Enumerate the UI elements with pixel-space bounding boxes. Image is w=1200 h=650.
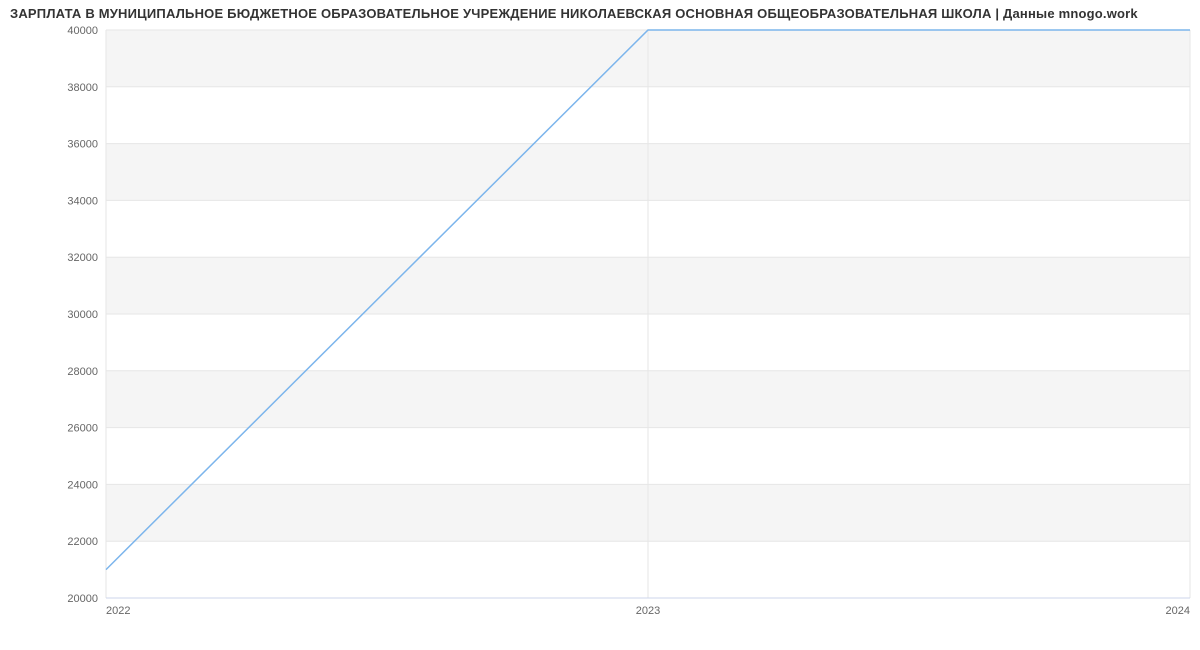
x-tick-label: 2023 [636, 605, 660, 617]
y-tick-label: 20000 [67, 593, 98, 605]
y-tick-label: 32000 [67, 252, 98, 264]
x-tick-label: 2024 [1166, 605, 1190, 617]
x-tick-label: 2022 [106, 605, 130, 617]
y-tick-label: 24000 [67, 479, 98, 491]
y-tick-label: 40000 [67, 25, 98, 37]
y-tick-label: 38000 [67, 82, 98, 94]
y-tick-label: 36000 [67, 139, 98, 151]
y-tick-label: 22000 [67, 536, 98, 548]
y-tick-label: 34000 [67, 195, 98, 207]
line-chart: 20000 22000 24000 26000 28000 30000 32000 34000… [0, 0, 1200, 650]
y-tick-label: 30000 [67, 309, 98, 321]
y-tick-label: 28000 [67, 366, 98, 378]
y-tick-label: 26000 [67, 423, 98, 435]
